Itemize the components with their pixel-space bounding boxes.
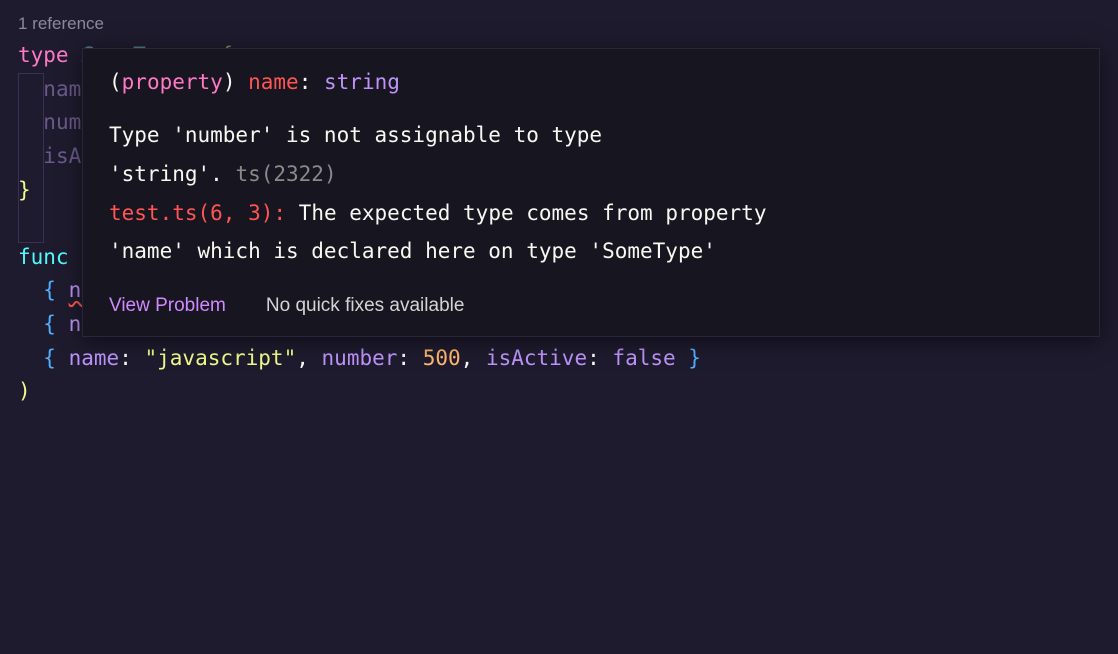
related-info: test.ts(6, 3): The expected type comes f… <box>109 194 1073 233</box>
number-literal: 500 <box>423 346 461 370</box>
error-message: Type 'number' is not assignable to type <box>109 116 1073 155</box>
source-location[interactable]: test.ts(6, 3): <box>109 201 286 225</box>
paren-close: ) <box>18 379 31 403</box>
brace-open: { <box>43 346 56 370</box>
property-number: nu <box>43 110 68 134</box>
code-line: { name: "javascript", number: 500, isAct… <box>18 342 1118 376</box>
keyword-function: func <box>18 245 69 269</box>
property-isactive: isActive <box>486 346 587 370</box>
code-line: ) <box>18 375 1118 409</box>
no-quick-fixes-label: No quick fixes available <box>266 291 465 321</box>
view-problem-link[interactable]: View Problem <box>109 291 226 321</box>
tooltip-signature: (property) name: string <box>109 63 1073 102</box>
error-code: ts(2322) <box>235 162 336 186</box>
related-info-line2: 'name' which is declared here on type 'S… <box>109 232 1073 271</box>
property-isactive: is <box>43 144 68 168</box>
hover-tooltip: (property) name: string Type 'number' is… <box>82 48 1100 337</box>
keyword-type: type <box>18 43 69 67</box>
brace-open: { <box>43 312 56 336</box>
property-number: number <box>322 346 398 370</box>
brace-close: } <box>688 346 701 370</box>
tooltip-footer: View Problem No quick fixes available <box>83 281 1099 335</box>
brace-open: { <box>43 278 56 302</box>
codelens-references[interactable]: 1 reference <box>18 10 1118 37</box>
property-name: name <box>69 346 120 370</box>
boolean-literal: false <box>612 346 675 370</box>
property-name: na <box>43 77 68 101</box>
brace-close: } <box>18 178 31 202</box>
string-literal: "javascript" <box>145 346 297 370</box>
error-message-line2: 'string'. ts(2322) <box>109 155 1073 194</box>
